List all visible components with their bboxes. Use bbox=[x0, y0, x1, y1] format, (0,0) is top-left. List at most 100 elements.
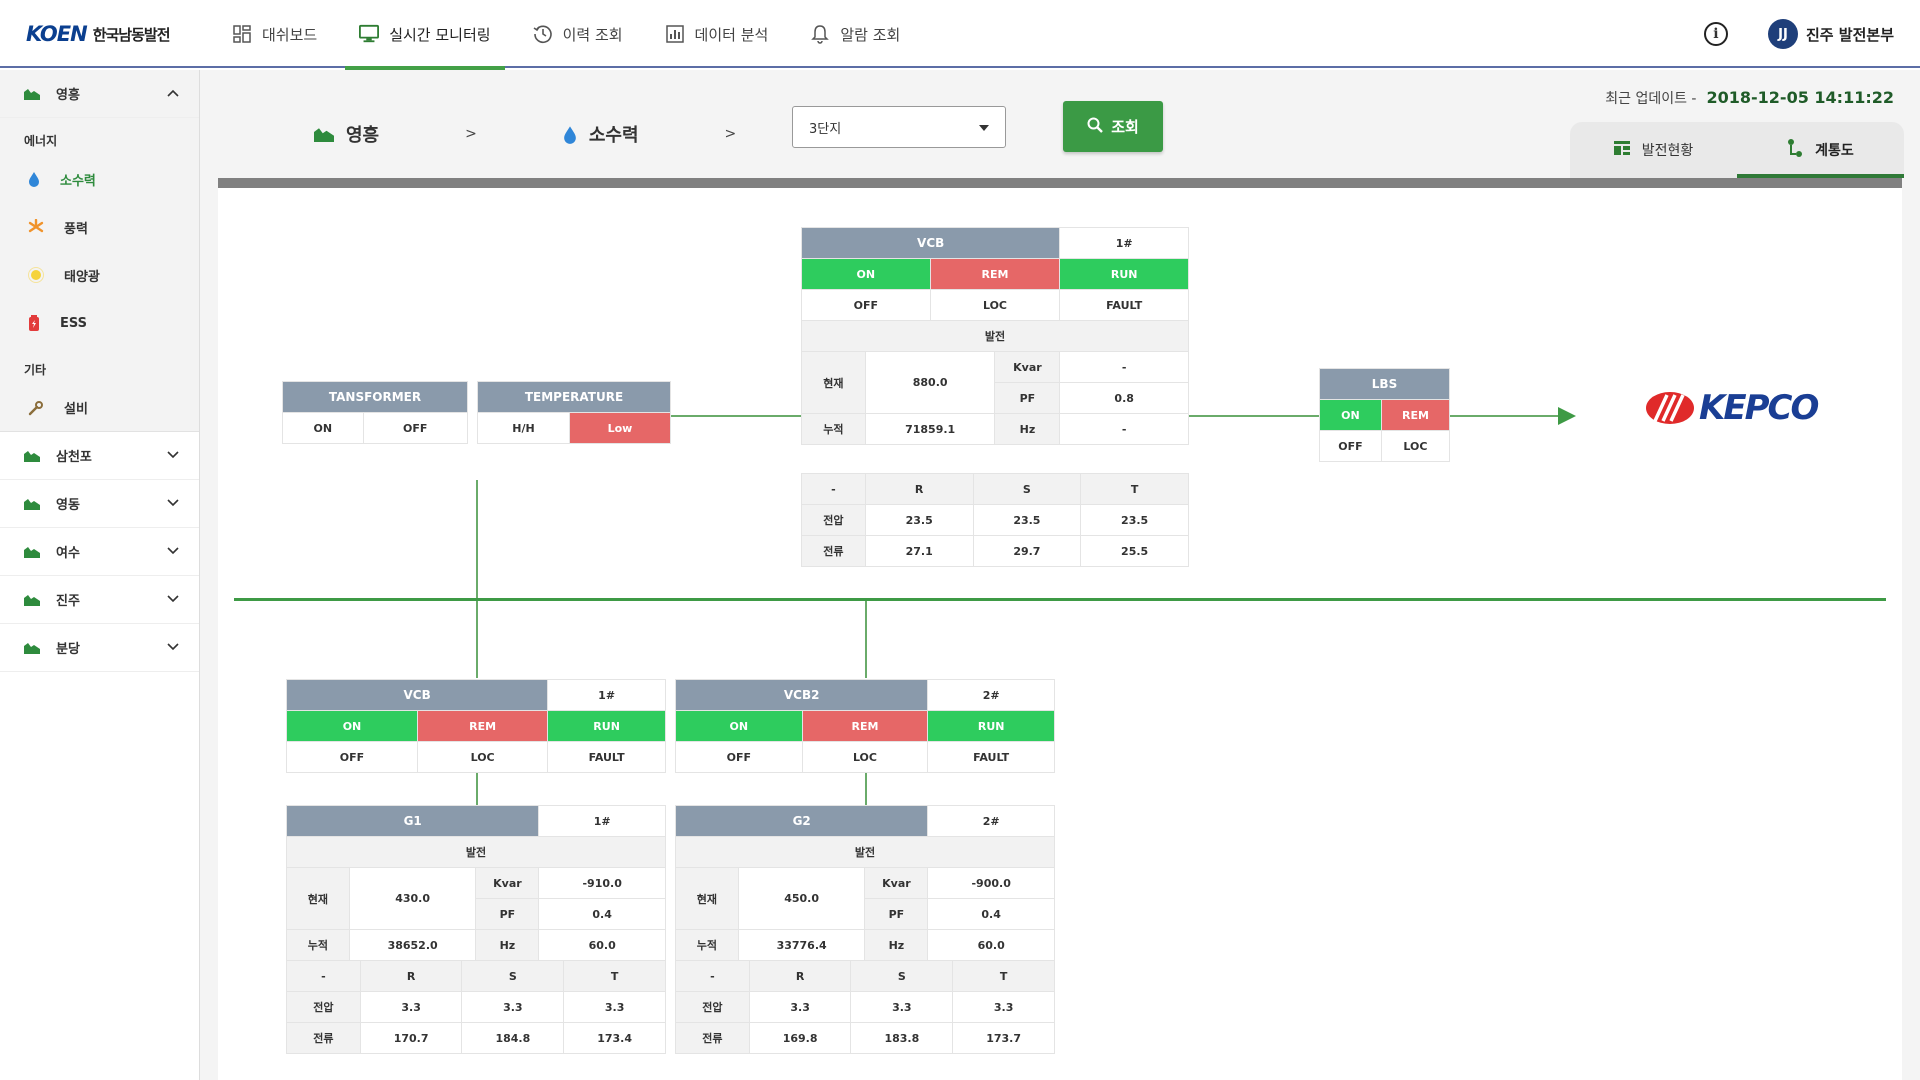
company-logo[interactable]: KOEN 한국남동발전 bbox=[26, 20, 171, 48]
g1-title: G1 bbox=[285, 805, 540, 837]
sidebar-item-equipment[interactable]: 설비 bbox=[0, 384, 199, 432]
sidebar-item-solar[interactable]: 태양광 bbox=[0, 251, 199, 299]
current-t: 25.5 bbox=[1080, 535, 1189, 567]
nav-label: 알람 조회 bbox=[840, 25, 901, 44]
view-tabs: 발전현황 계통도 bbox=[1570, 122, 1904, 178]
vcb1-box: VCB 1# ON REM RUN OFF LOC FAULT bbox=[285, 679, 666, 773]
vcb1-on: ON bbox=[286, 710, 418, 742]
chevron-down-icon bbox=[167, 449, 179, 462]
sidebar-item-ess[interactable]: ESS bbox=[0, 299, 199, 347]
current-s: 183.8 bbox=[850, 1022, 954, 1054]
sidebar-group-bundang[interactable]: 분당 bbox=[0, 624, 199, 672]
lbs-title: LBS bbox=[1319, 368, 1450, 400]
sidebar-group-label: 분당 bbox=[56, 642, 80, 657]
voltage-r: 23.5 bbox=[864, 504, 974, 536]
transformer-title: TANSFORMER bbox=[282, 381, 468, 413]
transformer-off: OFF bbox=[362, 412, 468, 444]
sidebar-group-yeongdong[interactable]: 영동 bbox=[0, 480, 199, 528]
breadcrumb: 영흥 > 소수력 > bbox=[314, 114, 822, 154]
g1-now-value: 430.0 bbox=[348, 867, 477, 930]
last-update: 최근 업데이트 - 2018-12-05 14:11:22 bbox=[1605, 88, 1894, 108]
nav-item-data-analysis[interactable]: 데이터 분석 bbox=[651, 0, 783, 68]
vcb2-loc: LOC bbox=[801, 741, 929, 773]
nav-item-realtime-monitoring[interactable]: 실시간 모니터링 bbox=[345, 0, 505, 70]
plant-icon bbox=[24, 594, 40, 606]
connector-line bbox=[476, 480, 478, 678]
sidebar-group-yeosu[interactable]: 여수 bbox=[0, 528, 199, 576]
vcb-main-acc-label: 누적 bbox=[801, 413, 866, 445]
sidebar-group-samcheonpo[interactable]: 삼천포 bbox=[0, 432, 199, 480]
sidebar-group-yeongheung[interactable]: 영흥 bbox=[0, 70, 199, 118]
temperature-hh: H/H bbox=[477, 412, 570, 444]
vcb1-rem: REM bbox=[416, 710, 549, 742]
sidebar-item-label: 태양광 bbox=[64, 269, 100, 285]
tab-generation-status[interactable]: 발전현황 bbox=[1570, 122, 1737, 178]
vcb2-box: VCB2 2# ON REM RUN OFF LOC FAULT bbox=[674, 679, 1055, 773]
vcb-main-now-label: 현재 bbox=[801, 351, 866, 414]
vcb1-number: 1# bbox=[547, 679, 666, 711]
vcb-main-kvar-label: Kvar bbox=[994, 351, 1061, 383]
sidebar-item-wind[interactable]: 풍력 bbox=[0, 203, 199, 251]
plant-icon bbox=[24, 498, 40, 510]
nav-item-history[interactable]: 이력 조회 bbox=[519, 0, 637, 68]
arrow-right-icon bbox=[1558, 407, 1576, 425]
breadcrumb-site-label: 영흥 bbox=[346, 125, 380, 146]
vcb2-run: RUN bbox=[927, 710, 1055, 742]
vcb-main-fault: FAULT bbox=[1059, 289, 1189, 321]
last-update-time: 2018-12-05 14:11:22 bbox=[1706, 88, 1894, 107]
g2-hz-value: 60.0 bbox=[927, 929, 1055, 961]
bell-icon bbox=[810, 24, 830, 44]
nav-item-dashboard[interactable]: 대쉬보드 bbox=[218, 0, 331, 68]
voltage-t: 3.3 bbox=[563, 991, 666, 1023]
phase-r: R bbox=[748, 960, 852, 992]
lbs-loc: LOC bbox=[1380, 430, 1451, 462]
sidebar-item-label: 소수력 bbox=[60, 173, 96, 189]
chart-icon bbox=[665, 24, 685, 44]
diagram-panel: TANSFORMER ON OFF TEMPERATURE H/H Low VC… bbox=[218, 178, 1902, 1080]
search-button-label: 조회 bbox=[1111, 118, 1139, 136]
vcb-main-hz-label: Hz bbox=[994, 413, 1061, 445]
nav-label: 대쉬보드 bbox=[262, 25, 318, 44]
user-menu[interactable]: JJ 진주 발전본부 bbox=[1767, 19, 1894, 49]
vcb-main-now-value: 880.0 bbox=[864, 351, 996, 414]
search-icon bbox=[1087, 117, 1104, 137]
nav-item-alarms[interactable]: 알람 조회 bbox=[796, 0, 914, 68]
temperature-low: Low bbox=[568, 412, 672, 444]
sidebar-item-small-hydro[interactable]: 소수력 bbox=[0, 155, 199, 203]
info-icon[interactable]: i bbox=[1703, 22, 1728, 46]
tab-system-diagram[interactable]: 계통도 bbox=[1737, 122, 1904, 178]
current-r: 27.1 bbox=[864, 535, 974, 567]
plant-icon bbox=[24, 546, 40, 558]
vcb1-run: RUN bbox=[547, 710, 666, 742]
g2-title: G2 bbox=[674, 805, 929, 837]
breadcrumb-separator: > bbox=[465, 126, 477, 142]
phase-dash: - bbox=[801, 473, 866, 505]
main-content: 영흥 > 소수력 > 3단지 조회 최근 업데이트 - 2018-12-05 1… bbox=[200, 70, 1920, 1080]
search-button[interactable]: 조회 bbox=[1063, 101, 1163, 152]
vcb2-title: VCB2 bbox=[674, 679, 929, 711]
g1-hz-label: Hz bbox=[475, 929, 540, 961]
breadcrumb-site[interactable]: 영흥 bbox=[314, 121, 379, 147]
vcb1-title: VCB bbox=[285, 679, 549, 711]
g1-pf-label: PF bbox=[475, 898, 540, 930]
current-t: 173.7 bbox=[952, 1022, 1055, 1054]
vcb1-loc: LOC bbox=[416, 741, 549, 773]
vcb-main-number: 1# bbox=[1059, 227, 1189, 259]
logo-mark: KOEN bbox=[26, 22, 88, 46]
kepco-wordmark: KEPCO bbox=[1699, 388, 1819, 428]
connector-line bbox=[865, 601, 867, 678]
vcb-main-kvar-value: - bbox=[1059, 351, 1189, 383]
g1-acc-value: 38652.0 bbox=[348, 929, 477, 961]
sidebar-item-label: 설비 bbox=[64, 402, 88, 417]
vcb-main-pf-label: PF bbox=[994, 382, 1061, 414]
lbs-off: OFF bbox=[1319, 430, 1382, 462]
breadcrumb-energy[interactable]: 소수력 bbox=[563, 121, 639, 147]
phase-s: S bbox=[461, 960, 565, 992]
sidebar-group-label: 진주 bbox=[56, 594, 80, 609]
nav-label: 데이터 분석 bbox=[694, 25, 769, 44]
caret-down-icon bbox=[979, 120, 989, 135]
complex-select[interactable]: 3단지 bbox=[792, 106, 1006, 148]
sidebar-group-jinju[interactable]: 진주 bbox=[0, 576, 199, 624]
complex-select-value: 3단지 bbox=[809, 121, 842, 137]
tab-label: 계통도 bbox=[1815, 143, 1854, 159]
